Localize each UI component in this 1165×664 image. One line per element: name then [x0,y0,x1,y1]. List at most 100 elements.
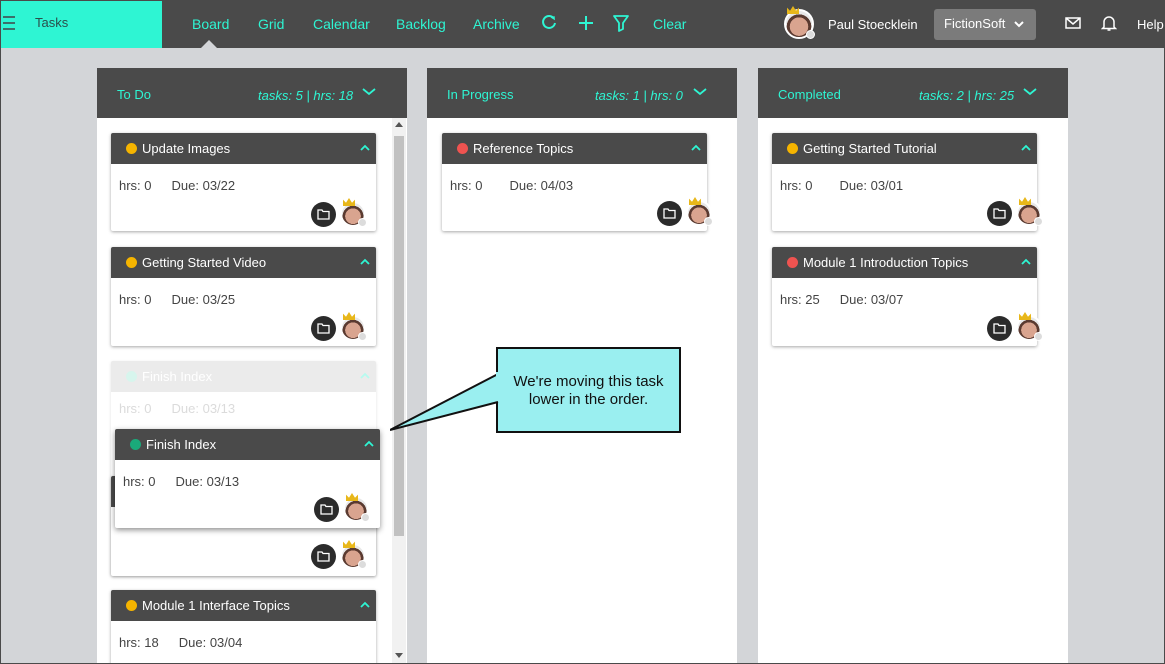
callout-pointer [390,373,499,431]
folder-icon[interactable] [314,497,339,522]
column-header: To Do tasks: 5 | hrs: 18 [97,68,407,118]
tab-calendar[interactable]: Calendar [313,16,370,32]
assignee-avatar[interactable] [1016,312,1043,341]
task-card[interactable]: Module 1 Introduction Topics hrs: 25 Due:… [772,247,1043,346]
column-header: In Progress tasks: 1 | hrs: 0 [427,68,737,118]
scrollbar-thumb[interactable] [394,136,404,536]
folder-icon[interactable] [311,316,336,341]
dragged-task-card[interactable]: Finish Index hrs: 0 Due: 03/13 [115,429,380,528]
help-link[interactable]: Help [1137,17,1164,32]
folder-icon[interactable] [987,201,1012,226]
assignee-avatar[interactable] [340,312,367,341]
organization-select[interactable]: FictionSoft [934,9,1036,40]
tab-backlog[interactable]: Backlog [396,16,446,32]
task-card[interactable]: Reference Topics hrs: 0 Due: 04/03 [442,133,713,231]
folder-icon[interactable] [987,316,1012,341]
bell-icon[interactable] [1100,14,1119,32]
top-bar: Tasks Board Grid Calendar Backlog Archiv… [0,0,1165,48]
task-card[interactable]: Module 1 Interface Topics hrs: 18 Due: 03… [111,590,376,664]
refresh-icon[interactable] [540,14,558,32]
task-title: Update Images [142,141,231,156]
task-hours: hrs: 0 [450,178,483,193]
task-due: Due: 03/22 [171,178,236,193]
tab-board[interactable]: Board [192,16,229,32]
callout-annotation: We're moving this task lower in the orde… [496,347,681,433]
mail-icon[interactable] [1065,15,1083,33]
assignee-avatar[interactable] [686,197,713,226]
filter-icon[interactable] [612,14,630,32]
assignee-avatar[interactable] [340,540,367,569]
status-dot [457,143,468,154]
chevron-up-icon[interactable] [359,143,371,153]
task-card[interactable]: Getting Started Video hrs: 0 Due: 03/25 [111,247,376,346]
task-due: Due: 03/01 [839,178,904,193]
folder-icon[interactable] [657,201,682,226]
task-title: Finish Index [146,437,217,452]
task-title: Module 1 Introduction Topics [803,255,969,270]
task-card-header[interactable]: Update Images [111,133,376,164]
task-meta: hrs: 0 Due: 03/13 [119,401,235,416]
task-card-header[interactable]: Module 1 Introduction Topics [772,247,1037,278]
task-title: Getting Started Video [142,255,267,270]
task-due: Due: 04/03 [509,178,574,193]
assignee-avatar[interactable] [340,198,367,227]
task-meta: hrs: 18 Due: 03/04 [119,635,242,650]
status-dot [130,439,141,450]
add-icon[interactable] [577,14,595,32]
chevron-up-icon[interactable] [1020,257,1032,267]
task-title: Reference Topics [473,141,574,156]
task-due: Due: 03/07 [839,292,904,307]
app-brand: Tasks [0,0,162,48]
chevron-down-icon[interactable] [1022,86,1038,98]
task-title: Module 1 Interface Topics [142,598,290,613]
chevron-up-icon [360,372,370,379]
status-dot [126,371,137,382]
task-hours: hrs: 0 [780,178,813,193]
chevron-up-icon[interactable] [359,600,371,610]
task-hours: hrs: 0 [123,474,156,489]
tab-archive[interactable]: Archive [473,16,520,32]
task-title: Finish Index [142,369,213,384]
user-avatar[interactable] [784,6,815,39]
task-hours: hrs: 0 [119,292,152,307]
assignee-avatar[interactable] [1016,197,1043,226]
task-meta: hrs: 0 Due: 04/03 [450,178,573,193]
column-stats: tasks: 1 | hrs: 0 [595,88,683,103]
user-name[interactable]: Paul Stoecklein [828,17,918,32]
callout-pointer-join [496,372,500,400]
task-card-header[interactable]: Getting Started Tutorial [772,133,1037,164]
task-meta: hrs: 0 Due: 03/22 [119,178,235,193]
task-hours: hrs: 25 [780,292,820,307]
task-card-header[interactable]: Getting Started Video [111,247,376,278]
task-card-header[interactable]: Module 1 Interface Topics [111,590,376,621]
task-card-header[interactable]: Reference Topics [442,133,707,164]
scroll-up-arrow-icon[interactable] [395,122,403,127]
task-card[interactable]: Getting Started Tutorial hrs: 0 Due: 03/0… [772,133,1043,231]
column-title: To Do [117,87,151,102]
chevron-up-icon[interactable] [1020,143,1032,153]
scroll-down-arrow-icon[interactable] [395,653,403,658]
status-dot [126,143,137,154]
task-card-header[interactable]: Finish Index [115,429,380,460]
clear-button[interactable]: Clear [653,16,686,32]
status-dot [787,257,798,268]
task-hours: hrs: 0 [119,401,152,416]
chevron-down-icon[interactable] [361,86,377,98]
task-card-header: Finish Index [111,361,376,392]
active-tab-indicator [201,40,217,48]
organization-select-value: FictionSoft [944,16,1006,31]
task-hours: hrs: 18 [119,635,159,650]
column-title: Completed [778,87,841,102]
chevron-up-icon[interactable] [363,439,375,449]
folder-icon[interactable] [311,202,336,227]
assignee-avatar[interactable] [343,493,370,522]
chevron-up-icon[interactable] [690,143,702,153]
chevron-down-icon[interactable] [692,86,708,98]
folder-icon[interactable] [311,544,336,569]
task-card[interactable]: Update Images hrs: 0 Due: 03/22 [111,133,376,231]
chevron-up-icon[interactable] [359,257,371,267]
tab-grid[interactable]: Grid [258,16,284,32]
task-meta: hrs: 0 Due: 03/13 [123,474,239,489]
status-dot [126,257,137,268]
hamburger-menu-icon[interactable] [3,16,15,30]
